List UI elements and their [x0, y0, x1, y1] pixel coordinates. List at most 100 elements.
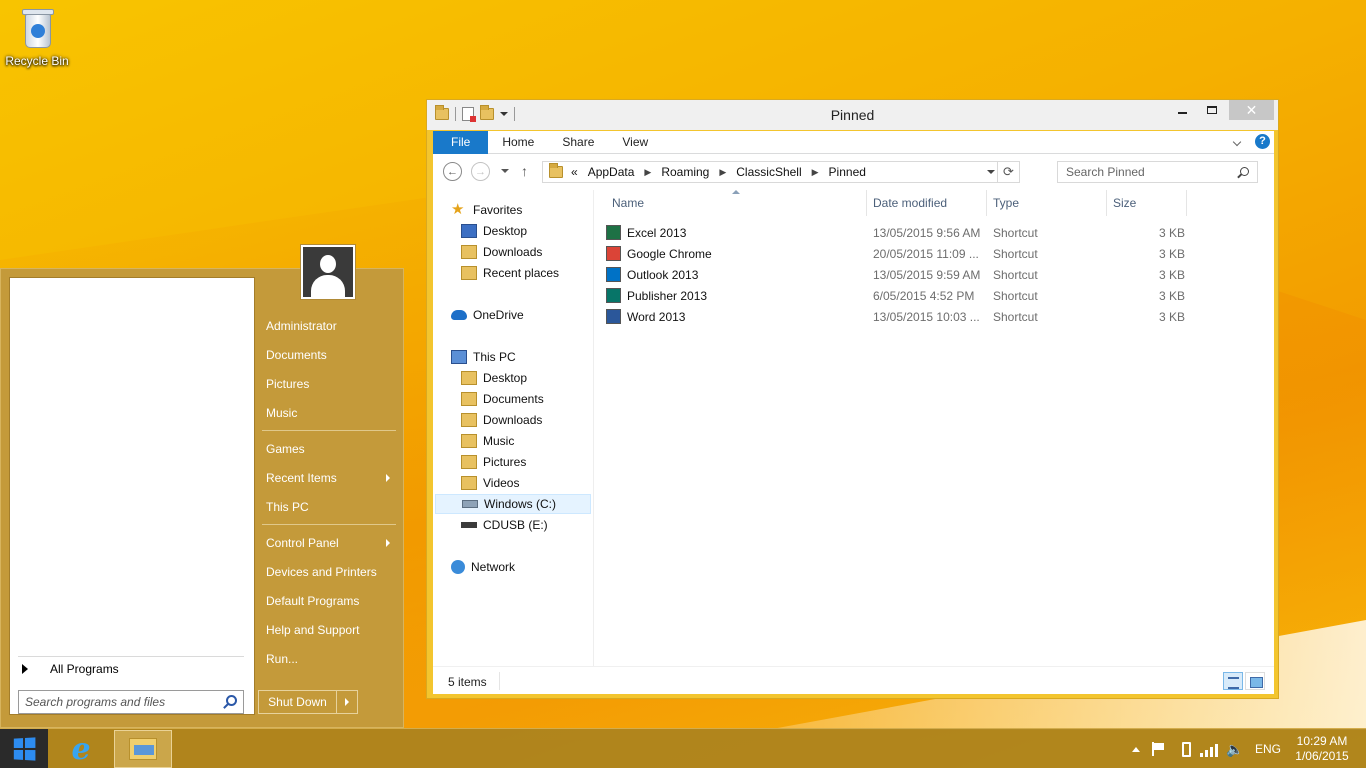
- recycle-bin-shortcut[interactable]: Recycle Bin: [4, 6, 70, 68]
- chevron-right-icon[interactable]: ▶: [644, 167, 651, 178]
- breadcrumb-classicshell[interactable]: ClassicShell: [736, 165, 801, 179]
- start-item-this-pc[interactable]: This PC: [266, 498, 396, 516]
- start-item-games[interactable]: Games: [266, 440, 396, 458]
- shutdown-button[interactable]: Shut Down: [259, 691, 337, 713]
- tab-file[interactable]: File: [433, 130, 489, 154]
- recycle-bin-icon: [19, 6, 55, 50]
- network-signal-icon[interactable]: [1200, 729, 1218, 768]
- network-icon: [451, 560, 465, 574]
- nav-onedrive[interactable]: OneDrive: [451, 305, 524, 325]
- computer-icon: [451, 350, 467, 364]
- nav-pc-pictures[interactable]: Pictures: [461, 452, 526, 472]
- desktop-folder-icon: [461, 371, 477, 385]
- nav-this-pc[interactable]: This PC: [451, 347, 516, 367]
- start-item-recent-items[interactable]: Recent Items: [266, 469, 396, 487]
- maximize-button[interactable]: [1199, 100, 1225, 120]
- nav-pc-downloads[interactable]: Downloads: [461, 410, 542, 430]
- clock[interactable]: 10:29 AM 1/06/2015: [1290, 729, 1354, 768]
- table-row[interactable]: Google Chrome 20/05/2015 11:09 ... Short…: [606, 243, 1246, 264]
- chevron-right-icon[interactable]: ▶: [719, 167, 726, 178]
- start-item-run[interactable]: Run...: [266, 650, 396, 668]
- search-pinned-placeholder: Search Pinned: [1066, 165, 1145, 179]
- all-programs-label: All Programs: [50, 661, 119, 676]
- nav-pc-music[interactable]: Music: [461, 431, 514, 451]
- status-bar: 5 items: [433, 666, 1274, 694]
- word-shortcut-icon: [606, 309, 621, 324]
- column-header-type[interactable]: Type: [993, 196, 1019, 210]
- large-icons-view-icon[interactable]: [1245, 672, 1265, 690]
- start-menu-divider: [262, 524, 396, 525]
- start-item-control-panel[interactable]: Control Panel: [266, 534, 396, 552]
- table-row[interactable]: Publisher 2013 6/05/2015 4:52 PM Shortcu…: [606, 285, 1246, 306]
- title-bar[interactable]: Pinned ✕: [427, 100, 1278, 130]
- tab-home[interactable]: Home: [488, 131, 548, 154]
- internet-explorer-taskbar-button[interactable]: e: [58, 732, 104, 767]
- nav-favorites[interactable]: ★ Favorites: [451, 200, 522, 220]
- expand-ribbon-icon[interactable]: [1232, 137, 1242, 147]
- shutdown-options-button[interactable]: [337, 698, 357, 706]
- breadcrumb-overflow[interactable]: «: [571, 165, 578, 179]
- volume-icon[interactable]: 🔈: [1226, 729, 1243, 768]
- nav-network[interactable]: Network: [451, 557, 515, 577]
- battery-icon[interactable]: [1182, 729, 1191, 768]
- close-button[interactable]: ✕: [1229, 100, 1274, 120]
- action-center-icon[interactable]: [1152, 729, 1166, 768]
- table-row[interactable]: Outlook 2013 13/05/2015 9:59 AM Shortcut…: [606, 264, 1246, 285]
- clock-time: 10:29 AM: [1296, 734, 1348, 748]
- tab-view[interactable]: View: [608, 131, 662, 154]
- start-item-music[interactable]: Music: [266, 404, 396, 422]
- minimize-icon: [1177, 112, 1187, 114]
- user-avatar[interactable]: [300, 244, 356, 300]
- windows-logo-icon: [13, 737, 36, 761]
- column-header-date[interactable]: Date modified: [873, 196, 947, 210]
- recent-locations-dropdown[interactable]: [501, 169, 509, 173]
- back-button[interactable]: ←: [443, 162, 462, 181]
- address-history-dropdown[interactable]: [987, 170, 995, 174]
- refresh-button[interactable]: ⟳: [997, 162, 1019, 182]
- taskbar: e 🔈 ENG 10:29 AM 1/06/2015: [0, 728, 1366, 768]
- nav-pc-videos[interactable]: Videos: [461, 473, 519, 493]
- start-item-administrator[interactable]: Administrator: [266, 317, 396, 335]
- input-language-indicator[interactable]: ENG: [1255, 729, 1281, 768]
- address-bar[interactable]: « AppData ▶ Roaming ▶ ClassicShell ▶ Pin…: [542, 161, 1020, 183]
- nav-pc-cdusb-e[interactable]: CDUSB (E:): [461, 515, 548, 535]
- column-header-size[interactable]: Size: [1113, 196, 1136, 210]
- all-programs-item[interactable]: All Programs: [18, 656, 244, 680]
- submenu-arrow-icon: [386, 539, 390, 547]
- breadcrumb-roaming[interactable]: Roaming: [661, 165, 709, 179]
- minimize-button[interactable]: [1169, 100, 1195, 120]
- user-silhouette-icon: [320, 255, 336, 273]
- tab-share[interactable]: Share: [548, 131, 608, 154]
- nav-favorites-downloads[interactable]: Downloads: [461, 242, 542, 262]
- column-header-name[interactable]: Name: [612, 196, 644, 210]
- start-search-input[interactable]: Search programs and files: [18, 690, 244, 714]
- nav-pc-documents[interactable]: Documents: [461, 389, 544, 409]
- start-item-devices-printers[interactable]: Devices and Printers: [266, 563, 396, 581]
- start-item-documents[interactable]: Documents: [266, 346, 396, 364]
- start-item-help-support[interactable]: Help and Support: [266, 621, 396, 639]
- show-hidden-icons-button[interactable]: [1132, 729, 1140, 768]
- up-button[interactable]: ↑: [521, 163, 528, 179]
- start-button[interactable]: [0, 729, 48, 768]
- music-folder-icon: [461, 434, 477, 448]
- start-menu-divider: [262, 430, 396, 431]
- breadcrumb-pinned[interactable]: Pinned: [829, 165, 866, 179]
- breadcrumb-appdata[interactable]: AppData: [588, 165, 635, 179]
- start-item-default-programs[interactable]: Default Programs: [266, 592, 396, 610]
- nav-favorites-desktop[interactable]: Desktop: [461, 221, 527, 241]
- chevron-right-icon[interactable]: ▶: [812, 167, 819, 178]
- help-icon[interactable]: ?: [1255, 134, 1270, 149]
- file-explorer-icon: [129, 738, 157, 760]
- nav-pc-windows-c[interactable]: Windows (C:): [435, 494, 591, 514]
- table-row[interactable]: Word 2013 13/05/2015 10:03 ... Shortcut …: [606, 306, 1246, 327]
- table-row[interactable]: Excel 2013 13/05/2015 9:56 AM Shortcut 3…: [606, 222, 1246, 243]
- file-explorer-taskbar-button[interactable]: [114, 730, 172, 768]
- nav-favorites-recent-places[interactable]: Recent places: [461, 263, 559, 283]
- start-item-pictures[interactable]: Pictures: [266, 375, 396, 393]
- forward-button[interactable]: →: [471, 162, 490, 181]
- pictures-folder-icon: [461, 455, 477, 469]
- nav-pc-desktop[interactable]: Desktop: [461, 368, 527, 388]
- search-pinned-input[interactable]: Search Pinned: [1057, 161, 1258, 183]
- window-title: Pinned: [830, 107, 875, 123]
- details-view-icon[interactable]: [1223, 672, 1243, 690]
